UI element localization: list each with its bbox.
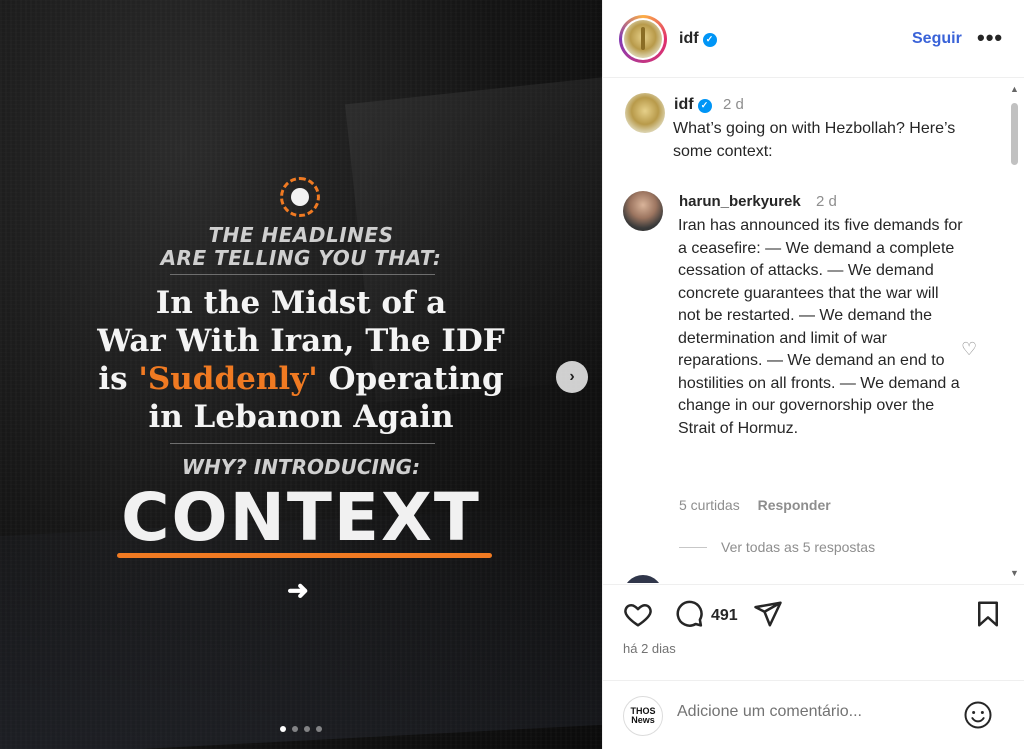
headline-suffix: Operating [317,361,504,397]
carousel-dot [292,726,298,732]
verified-badge-icon: ✓ [702,32,717,47]
carousel-dot [316,726,322,732]
commenter-username[interactable]: harun_berkyurek [679,193,801,210]
scroll-up-arrow-icon[interactable]: ▲ [1010,84,1019,94]
divider [170,443,435,444]
caption-username-text[interactable]: idf [674,96,694,113]
post-side-panel: idf ✓ Seguir ••• idf ✓ 2 d What’s going on… [602,0,1024,749]
post-media[interactable]: THE HEADLINES ARE TELLING YOU THAT: In t… [0,0,602,749]
comment-like-heart-icon[interactable]: ♡ [961,339,977,360]
comments-list[interactable]: idf ✓ 2 d What’s going on with Hezbollah?… [603,79,1024,583]
commenter-avatar[interactable] [623,191,663,231]
comment-input[interactable] [677,703,917,721]
next-commenter-avatar[interactable] [623,575,663,583]
post-header: idf ✓ Seguir ••• [603,0,1024,78]
comment-count[interactable]: 491 [711,607,738,625]
context-underline [117,553,492,558]
verified-badge-icon: ✓ [697,98,712,113]
headline-big-line3: is 'Suddenly' Operating [0,360,602,398]
caption-text: What’s going on with Hezbollah? Here’s s… [673,120,956,160]
divider [170,274,435,275]
carousel-dot [280,726,286,732]
comment-timestamp[interactable]: 2 d [816,193,837,210]
headline-small-line2: ARE TELLING YOU THAT: [160,246,442,270]
caption-username[interactable]: idf ✓ [674,96,712,114]
headline-big-line2: War With Iran, The IDF [97,323,505,359]
caption-timestamp[interactable]: 2 d [723,96,744,113]
caption-avatar[interactable] [625,93,665,133]
carousel-dots [280,726,322,732]
emoji-smiley-icon[interactable] [963,700,993,730]
comment-meta: 5 curtidas Responder [679,497,845,513]
idf-logo-icon [624,20,662,58]
arrow-right-icon: ➜ [287,575,309,605]
header-username[interactable]: idf ✓ [679,30,717,48]
headline-big-line1: In the Midst of a [155,285,447,321]
headline-small-line1: THE HEADLINES [208,223,394,247]
current-user-avatar[interactable]: THOS News [623,696,663,736]
share-paper-plane-icon[interactable] [753,599,783,629]
like-heart-icon[interactable] [623,599,653,629]
view-replies-button[interactable]: Ver todas as 5 respostas [679,539,875,555]
comments-scrollbar[interactable]: ▲ ▼ [1008,84,1020,578]
scrollbar-thumb[interactable] [1011,103,1018,165]
comment-text: Iran has announced its five demands for … [678,217,963,437]
brand-badge-icon [280,177,320,217]
scroll-down-arrow-icon[interactable]: ▼ [1010,568,1019,578]
more-options-icon[interactable]: ••• [977,25,1003,51]
context-title: CONTEXT [121,479,481,556]
carousel-dot [304,726,310,732]
headline-highlight: 'Suddenly' [138,361,318,397]
comment-likes-count[interactable]: 5 curtidas [679,497,740,513]
post-actions: 491 há 2 dias [603,584,1024,674]
reply-button[interactable]: Responder [758,497,831,513]
headline-prefix: is [98,361,139,397]
post-age[interactable]: há 2 dias [623,641,676,656]
add-comment-bar: THOS News [603,680,1024,749]
headline-big-line4: in Lebanon Again [148,399,454,435]
profile-avatar[interactable] [619,15,667,63]
username-text[interactable]: idf [679,30,699,47]
why-introducing: WHY? INTRODUCING: [181,455,421,479]
carousel-next-button[interactable]: › [556,361,588,393]
follow-button[interactable]: Seguir [912,30,962,48]
comment-bubble-icon[interactable] [674,599,704,629]
save-bookmark-icon[interactable] [973,599,1003,629]
